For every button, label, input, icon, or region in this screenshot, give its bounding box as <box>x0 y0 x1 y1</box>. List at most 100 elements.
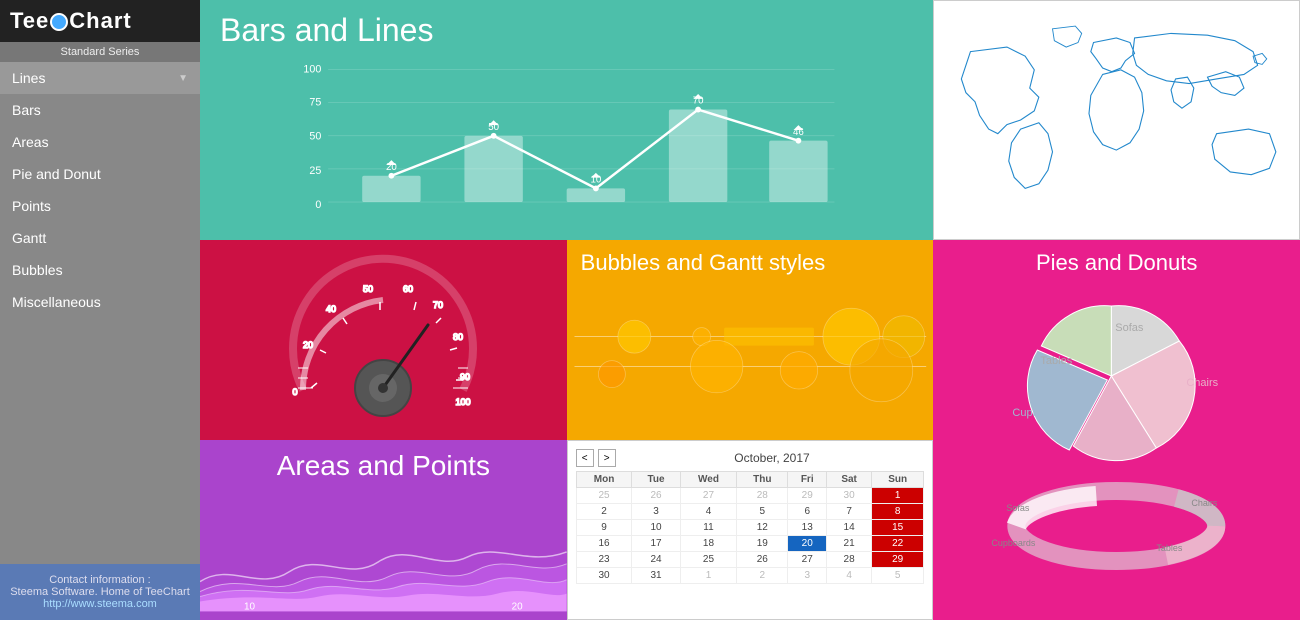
svg-text:10: 10 <box>244 601 256 612</box>
calendar-day[interactable]: 28 <box>827 552 872 568</box>
svg-text:100: 100 <box>456 397 471 407</box>
calendar-day[interactable]: 18 <box>680 536 737 552</box>
calendar-day[interactable]: 26 <box>737 552 788 568</box>
calendar-day[interactable]: 9 <box>576 520 632 536</box>
sidebar-item-miscellaneous[interactable]: Miscellaneous <box>0 286 200 318</box>
svg-text:0: 0 <box>315 199 321 211</box>
calendar-day[interactable]: 26 <box>632 488 680 504</box>
contact-company: Steema Software. Home of TeeChart <box>8 586 192 598</box>
calendar-day[interactable]: 5 <box>872 568 924 584</box>
calendar-day[interactable]: 7 <box>827 504 872 520</box>
calendar-day[interactable]: 29 <box>788 488 827 504</box>
calendar-day[interactable]: 23 <box>576 552 632 568</box>
logo: TeeChart <box>0 0 200 42</box>
calendar-day[interactable]: 10 <box>632 520 680 536</box>
calendar-day[interactable]: 21 <box>827 536 872 552</box>
calendar-grid: Mon Tue Wed Thu Fri Sat Sun 252627282930… <box>576 471 925 584</box>
sidebar-item-label: Miscellaneous <box>12 294 101 310</box>
panel-bars-lines: Bars and Lines 100 75 50 25 0 20 50 <box>200 0 933 240</box>
sidebar-item-areas[interactable]: Areas <box>0 126 200 158</box>
calendar-body: 2526272829301234567891011121314151617181… <box>576 488 924 584</box>
sidebar-item-gantt[interactable]: Gantt <box>0 222 200 254</box>
cal-header-thu: Thu <box>737 472 788 488</box>
sidebar-item-lines[interactable]: Lines ▼ <box>0 62 200 94</box>
sidebar-item-bubbles[interactable]: Bubbles <box>0 254 200 286</box>
bars-lines-chart: 100 75 50 25 0 20 50 10 <box>200 55 933 240</box>
svg-text:Tables: Tables <box>1157 543 1184 553</box>
calendar-day[interactable]: 15 <box>872 520 924 536</box>
panel-calendar: < > October, 2017 Mon Tue Wed Thu Fri Sa… <box>567 440 934 620</box>
sidebar-item-label: Bubbles <box>12 262 63 278</box>
calendar-day[interactable]: 1 <box>680 568 737 584</box>
calendar-day[interactable]: 14 <box>827 520 872 536</box>
calendar-day[interactable]: 25 <box>680 552 737 568</box>
panel-pies: Pies and Donuts Sofas Chairs Cupboards T… <box>933 240 1300 620</box>
calendar-day[interactable]: 20 <box>788 536 827 552</box>
sidebar-item-pie-donut[interactable]: Pie and Donut <box>0 158 200 190</box>
svg-text:50: 50 <box>309 131 321 143</box>
calendar-prev-button[interactable]: < <box>576 449 594 467</box>
calendar-day[interactable]: 28 <box>737 488 788 504</box>
cal-header-sun: Sun <box>872 472 924 488</box>
panel-gauge: 0 20 40 50 60 70 80 90 100 <box>200 240 567 440</box>
contact-url[interactable]: http://www.steema.com <box>43 598 157 610</box>
calendar-day[interactable]: 30 <box>827 488 872 504</box>
gauge-container: 0 20 40 50 60 70 80 90 100 <box>200 240 567 440</box>
calendar-day[interactable]: 3 <box>788 568 827 584</box>
calendar-day[interactable]: 1 <box>872 488 924 504</box>
panel-map <box>933 0 1300 240</box>
svg-text:60: 60 <box>403 284 413 294</box>
calendar-day[interactable]: 6 <box>788 504 827 520</box>
sidebar-item-points[interactable]: Points <box>0 190 200 222</box>
calendar-day[interactable]: 24 <box>632 552 680 568</box>
donut-3d-svg: Sofas Chairs Cupboards Tables <box>933 471 1300 571</box>
calendar-day[interactable]: 2 <box>737 568 788 584</box>
bars-lines-title: Bars and Lines <box>200 0 933 49</box>
gauge-svg: 0 20 40 50 60 70 80 90 100 <box>273 240 493 440</box>
calendar-day[interactable]: 27 <box>680 488 737 504</box>
calendar-day[interactable]: 31 <box>632 568 680 584</box>
calendar-day[interactable]: 2 <box>576 504 632 520</box>
calendar-day[interactable]: 4 <box>680 504 737 520</box>
calendar-day[interactable]: 19 <box>737 536 788 552</box>
sidebar-item-label: Lines <box>12 70 45 86</box>
main-content: Bars and Lines 100 75 50 25 0 20 50 <box>200 0 1300 620</box>
areas-svg: 10 20 <box>200 482 567 612</box>
svg-text:20: 20 <box>303 340 313 350</box>
sidebar-item-label: Pie and Donut <box>12 166 101 182</box>
sidebar-item-label: Points <box>12 198 51 214</box>
calendar-day[interactable]: 12 <box>737 520 788 536</box>
panel-areas: Areas and Points 10 20 <box>200 440 567 620</box>
calendar-day[interactable]: 17 <box>632 536 680 552</box>
svg-text:Sofas: Sofas <box>1007 503 1031 513</box>
svg-text:40: 40 <box>326 304 336 314</box>
calendar-next-button[interactable]: > <box>598 449 616 467</box>
chevron-down-icon: ▼ <box>178 73 188 84</box>
world-map-svg <box>934 1 1299 239</box>
svg-text:25: 25 <box>309 165 321 177</box>
sidebar-item-bars[interactable]: Bars <box>0 94 200 126</box>
pies-title: Pies and Donuts <box>933 240 1300 276</box>
calendar-day[interactable]: 25 <box>576 488 632 504</box>
calendar-day[interactable]: 8 <box>872 504 924 520</box>
calendar-day[interactable]: 22 <box>872 536 924 552</box>
svg-text:80: 80 <box>453 332 463 342</box>
calendar-day[interactable]: 30 <box>576 568 632 584</box>
calendar-day[interactable]: 11 <box>680 520 737 536</box>
calendar-day[interactable]: 29 <box>872 552 924 568</box>
calendar-day[interactable]: 5 <box>737 504 788 520</box>
cal-header-mon: Mon <box>576 472 632 488</box>
calendar-month-label: October, 2017 <box>620 451 925 465</box>
calendar-day[interactable]: 4 <box>827 568 872 584</box>
svg-text:70: 70 <box>433 300 443 310</box>
contact-label: Contact information : <box>8 574 192 586</box>
logo-text: TeeChart <box>10 8 132 34</box>
cal-header-fri: Fri <box>788 472 827 488</box>
svg-text:0: 0 <box>293 387 298 397</box>
standard-series-label: Standard Series <box>0 42 200 62</box>
calendar-day[interactable]: 16 <box>576 536 632 552</box>
calendar-day[interactable]: 27 <box>788 552 827 568</box>
svg-text:75: 75 <box>309 97 321 109</box>
calendar-day[interactable]: 3 <box>632 504 680 520</box>
calendar-day[interactable]: 13 <box>788 520 827 536</box>
